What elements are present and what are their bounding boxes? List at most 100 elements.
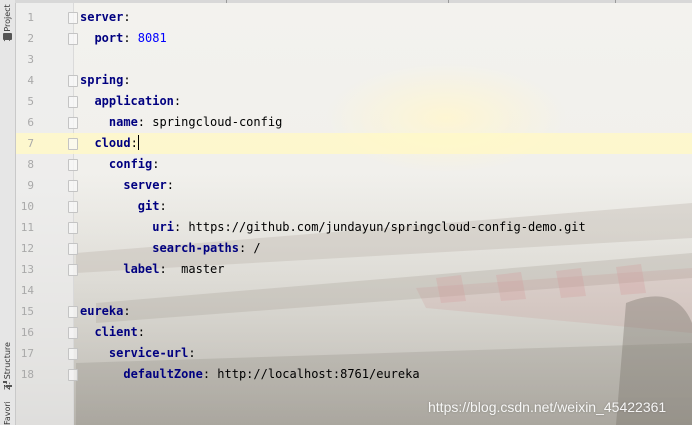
yaml-value: springcloud-config — [152, 115, 283, 129]
code-text: server: — [80, 7, 131, 28]
code-line[interactable]: 1 server: — [16, 7, 692, 28]
code-text: port: 8081 — [94, 28, 166, 49]
code-line[interactable]: 5 application: — [16, 91, 692, 112]
code-text: cloud: — [94, 133, 139, 154]
fold-marker-icon[interactable] — [68, 33, 78, 45]
yaml-separator: : — [137, 325, 146, 339]
yaml-separator: : — [123, 73, 131, 87]
line-number: 11 — [20, 221, 34, 234]
code-line[interactable]: 12 search-paths: / — [16, 238, 692, 259]
line-number: 17 — [20, 347, 34, 360]
favorites-tab-label: Favorites — [3, 402, 12, 425]
code-text: defaultZone: http://localhost:8761/eurek… — [123, 364, 419, 385]
yaml-value: https://github.com/jundayun/springcloud-… — [188, 220, 586, 234]
line-number: 7 — [27, 137, 34, 150]
watermark-text: https://blog.csdn.net/weixin_45422361 — [428, 399, 667, 415]
code-line[interactable]: 3 — [16, 49, 692, 70]
fold-marker-icon[interactable] — [68, 12, 78, 24]
yaml-key: config — [108, 157, 153, 171]
line-number: 4 — [27, 74, 34, 87]
yaml-key: server — [123, 178, 167, 192]
line-number: 14 — [20, 284, 34, 297]
fold-marker-icon[interactable] — [68, 201, 78, 213]
folder-icon — [3, 33, 12, 40]
code-line[interactable]: 13 label: master — [16, 259, 692, 280]
line-number: 9 — [27, 179, 34, 192]
code-line[interactable]: 11 uri: https://github.com/jundayun/sprin… — [16, 217, 692, 238]
fold-marker-icon[interactable] — [68, 138, 78, 150]
yaml-value: master — [181, 262, 225, 276]
line-number: 15 — [20, 305, 34, 318]
yaml-separator: : — [202, 367, 218, 381]
fold-marker-icon[interactable] — [68, 327, 78, 339]
line-number: 10 — [20, 200, 34, 213]
code-line[interactable]: 10 git: — [16, 196, 692, 217]
code-line[interactable]: 15 eureka: — [16, 301, 692, 322]
yaml-value: http://localhost:8761/eureka — [217, 367, 420, 381]
yaml-key: port — [94, 31, 124, 45]
favorites-tool-tab[interactable]: Favorites — [0, 402, 15, 425]
code-text: spring: — [80, 70, 131, 91]
code-line[interactable]: 2 port: 8081 — [16, 28, 692, 49]
yaml-separator: : — [159, 199, 167, 213]
line-number: 3 — [27, 53, 34, 66]
yaml-separator: : — [188, 346, 196, 360]
code-text: eureka: — [80, 301, 131, 322]
yaml-value: 8081 — [137, 31, 167, 45]
yaml-separator: : — [130, 136, 138, 150]
code-line[interactable]: 6 name: springcloud-config — [16, 112, 692, 133]
code-line[interactable]: 16 client: — [16, 322, 692, 343]
yaml-key: client — [94, 325, 138, 339]
yaml-separator: : — [152, 157, 160, 171]
line-number: 8 — [27, 158, 34, 171]
yaml-separator: : — [173, 94, 182, 108]
yaml-key: label — [123, 262, 160, 276]
code-text: application: — [94, 91, 181, 112]
code-line[interactable]: 9 server: — [16, 175, 692, 196]
code-line[interactable]: 18 defaultZone: http://localhost:8761/eur… — [16, 364, 692, 385]
code-text: client: — [94, 322, 145, 343]
yaml-separator: : — [123, 31, 138, 45]
fold-marker-icon[interactable] — [68, 264, 78, 276]
yaml-key: uri — [152, 220, 174, 234]
fold-marker-icon[interactable] — [68, 243, 78, 255]
tool-window-strip: 1: Project Z: Structure Favorites — [0, 0, 16, 425]
yaml-separator: : — [137, 115, 153, 129]
yaml-separator: : — [166, 178, 174, 192]
fold-marker-icon[interactable] — [68, 117, 78, 129]
yaml-value: / — [253, 241, 261, 255]
yaml-separator: : — [159, 262, 182, 276]
fold-marker-icon[interactable] — [68, 348, 78, 360]
fold-marker-icon[interactable] — [68, 180, 78, 192]
yaml-key: search-paths — [152, 241, 239, 255]
code-text: git: — [138, 196, 167, 217]
fold-marker-icon[interactable] — [68, 159, 78, 171]
yaml-separator: : — [123, 304, 131, 318]
yaml-key: service-url — [108, 346, 189, 360]
yaml-key: eureka — [80, 304, 124, 318]
code-line[interactable]: 4 spring: — [16, 70, 692, 91]
code-text: label: master — [123, 259, 224, 280]
line-number: 6 — [27, 116, 34, 129]
yaml-separator: : — [238, 241, 254, 255]
line-number: 2 — [27, 32, 34, 45]
fold-marker-icon[interactable] — [68, 75, 78, 87]
code-editor[interactable]: 1 server: 2 port: 8081 3 4 spring: 5 application… — [16, 3, 692, 425]
code-line[interactable]: 7 cloud: — [16, 133, 692, 154]
line-number: 5 — [27, 95, 34, 108]
line-number: 18 — [20, 368, 34, 381]
structure-icon — [3, 381, 12, 387]
code-line[interactable]: 17 service-url: — [16, 343, 692, 364]
code-line[interactable]: 8 config: — [16, 154, 692, 175]
fold-marker-icon[interactable] — [68, 222, 78, 234]
code-line[interactable]: 14 — [16, 280, 692, 301]
fold-marker-icon[interactable] — [68, 306, 78, 318]
yaml-key: name — [108, 115, 138, 129]
code-text: server: — [123, 175, 174, 196]
text-caret — [137, 135, 139, 150]
fold-marker-icon[interactable] — [68, 96, 78, 108]
code-text: name: springcloud-config — [109, 112, 282, 133]
yaml-key: cloud — [94, 136, 131, 150]
fold-marker-icon[interactable] — [68, 369, 78, 381]
yaml-key: defaultZone — [123, 367, 203, 381]
